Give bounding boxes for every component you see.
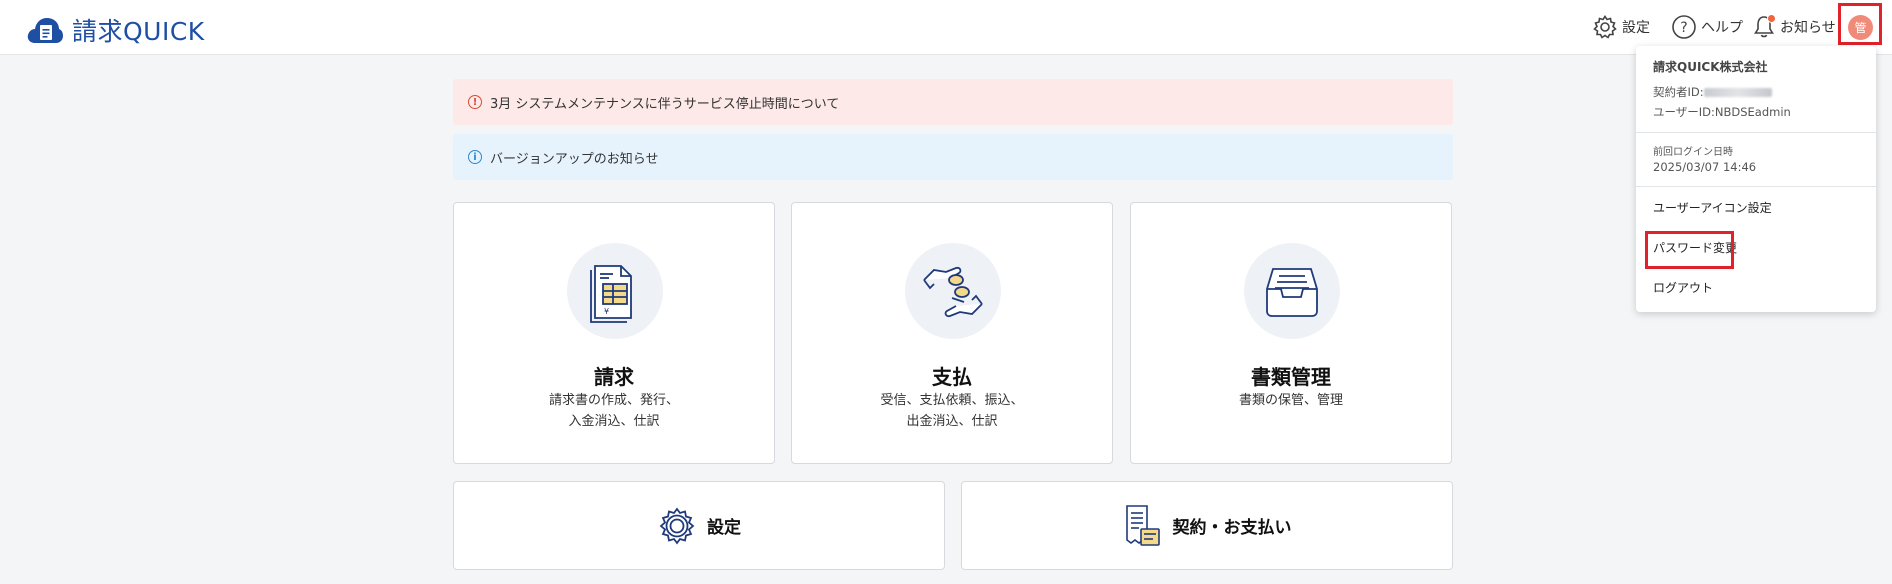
card-contract-title: 契約・お支払い (1172, 518, 1292, 538)
user-menu-divider (1636, 186, 1876, 187)
help-link[interactable]: ? ヘルプ (1671, 13, 1743, 41)
contract-receipt-icon (1125, 504, 1160, 546)
version-notice[interactable]: i バージョンアップのお知らせ (453, 134, 1453, 180)
card-invoice-desc-line2: 入金消込、仕訳 (568, 414, 660, 429)
alert-icon: ! (468, 95, 482, 109)
app-logo-text: 請求QUICK (72, 17, 205, 46)
help-icon: ? (1672, 15, 1696, 39)
last-login-value: 2025/03/07 14:46 (1653, 160, 1757, 174)
help-label: ヘルプ (1701, 20, 1743, 36)
user-menu-contract-id: 契約者ID: (1653, 84, 1772, 100)
card-documents-desc-line1: 書類の保管、管理 (1238, 393, 1343, 408)
notifications-link[interactable]: お知らせ (1752, 13, 1836, 41)
card-invoice-desc-line1: 請求書の作成、発行、 (548, 393, 679, 408)
svg-text:¥: ¥ (604, 307, 609, 316)
card-documents-title: 書類管理 (1251, 365, 1331, 389)
app-logo[interactable]: 請求QUICK (26, 12, 205, 48)
card-settings-title: 設定 (707, 518, 741, 538)
payment-icon-circle (905, 243, 1001, 339)
notification-badge (1767, 14, 1776, 23)
card-contract[interactable]: 契約・お支払い (961, 481, 1453, 570)
card-invoice[interactable]: ¥ 請求 請求書の作成、発行、 入金消込、仕訳 (453, 202, 775, 464)
avatar-highlight-frame (1838, 3, 1882, 45)
documents-icon-circle (1244, 243, 1340, 339)
info-icon: i (468, 150, 482, 164)
gear-icon (1593, 15, 1617, 39)
card-payment-desc-line2: 出金消込、仕訳 (906, 414, 998, 429)
svg-text:?: ? (1680, 20, 1687, 36)
user-menu-dropdown: 請求QUICK株式会社 契約者ID: ユーザーID:NBDSEadmin 前回ロ… (1636, 46, 1876, 312)
notifications-label: お知らせ (1780, 20, 1836, 36)
last-login-label: 前回ログイン日時 (1653, 147, 1733, 158)
top-header: 請求QUICK 設定 ? ヘルプ お知らせ 管 (0, 0, 1892, 55)
version-notice-text: バージョンアップのお知らせ (490, 151, 659, 167)
card-invoice-desc: 請求書の作成、発行、 入金消込、仕訳 (454, 390, 774, 432)
maintenance-notice-text: 3月 システムメンテナンスに伴うサービス停止時間について (490, 96, 840, 112)
card-settings[interactable]: 設定 (453, 481, 945, 570)
settings-link[interactable]: 設定 (1592, 13, 1650, 41)
user-menu-user-id: ユーザーID:NBDSEadmin (1653, 105, 1791, 119)
card-payment-desc-line1: 受信、支払依頼、振込、 (880, 393, 1024, 408)
card-invoice-title: 請求 (594, 365, 634, 389)
menu-item-user-icon-settings[interactable]: ユーザーアイコン設定 (1653, 199, 1772, 216)
contract-id-redacted (1703, 88, 1772, 97)
maintenance-notice[interactable]: ! 3月 システムメンテナンスに伴うサービス停止時間について (453, 79, 1453, 125)
user-menu-company: 請求QUICK株式会社 (1653, 60, 1768, 74)
settings-label: 設定 (1622, 20, 1650, 36)
card-documents-desc: 書類の保管、管理 (1131, 390, 1451, 411)
card-payment-desc: 受信、支払依頼、振込、 出金消込、仕訳 (792, 390, 1112, 432)
gear-icon (659, 507, 695, 544)
invoice-icon: ¥ (590, 265, 632, 323)
card-documents[interactable]: 書類管理 書類の保管、管理 (1130, 202, 1452, 464)
card-payment[interactable]: 支払 受信、支払依頼、振込、 出金消込、仕訳 (791, 202, 1113, 464)
contract-id-label: 契約者ID: (1653, 85, 1704, 99)
user-menu-divider (1636, 132, 1876, 133)
document-tray-icon (1266, 268, 1318, 317)
payment-hands-icon (923, 266, 983, 318)
menu-item-logout[interactable]: ログアウト (1653, 279, 1713, 296)
invoice-icon-circle: ¥ (567, 243, 663, 339)
password-highlight-frame (1645, 231, 1734, 269)
card-payment-title: 支払 (932, 365, 972, 389)
cloud-document-icon (27, 18, 63, 43)
